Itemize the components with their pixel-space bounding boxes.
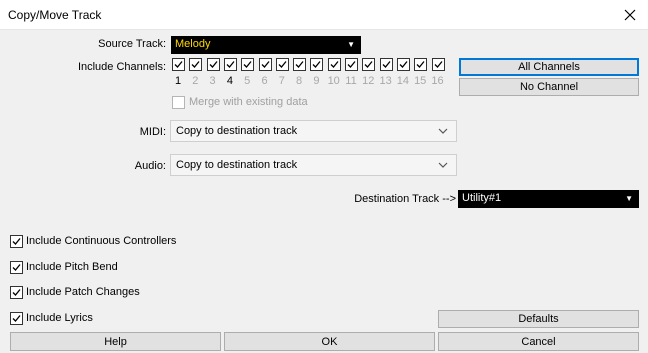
channel-checkbox[interactable] [431,58,445,71]
channel-number: 10 [327,75,340,87]
destination-track-value: Utility#1 [462,192,502,204]
window-title: Copy/Move Track [8,8,102,22]
channel-checkbox[interactable] [345,58,358,71]
channel-number: 2 [192,75,199,87]
channel-checkbox[interactable] [293,58,307,71]
dropdown-arrow-icon: ▼ [625,194,633,203]
dialog-body: Source Track: Melody ▼ Include Channels:… [0,30,648,353]
close-icon [624,9,636,21]
channel-checkbox[interactable] [241,58,255,71]
option-checkbox[interactable] [10,286,23,299]
option-checkbox[interactable] [10,261,23,274]
include-channels-label: Include Channels: [77,61,166,73]
midi-value: Copy to destination track [176,125,298,137]
channel-number: 6 [261,75,268,87]
chevron-down-icon [438,128,448,134]
no-channel-button[interactable]: No Channel [459,78,639,96]
channel-checkbox[interactable] [275,58,289,71]
channel-number: 7 [278,75,285,87]
source-track-label: Source Track: [98,38,166,50]
channel-checkbox[interactable] [414,58,428,71]
channel-number: 15 [414,75,427,87]
midi-select[interactable]: Copy to destination track [170,120,457,142]
channel-number: 12 [362,75,375,87]
channel-number: 14 [396,75,410,87]
channel-checkbox[interactable] [189,58,203,71]
channel-number: 8 [296,75,303,87]
channel-checkbox[interactable] [362,58,376,71]
audio-value: Copy to destination track [176,159,298,171]
option-checkbox[interactable] [10,235,23,248]
chevron-down-icon [438,162,448,168]
option-checkbox[interactable] [10,312,23,325]
channel-number: 11 [345,75,357,87]
title-bar: Copy/Move Track [0,0,648,30]
channel-checkbox[interactable] [396,58,410,71]
channel-checkbox[interactable] [310,58,324,71]
help-button[interactable]: Help [10,332,221,351]
channel-checkbox[interactable] [379,58,393,71]
channel-checkbox[interactable] [206,58,220,71]
source-track-value: Melody [175,38,211,50]
merge-checkbox[interactable] [172,96,185,109]
defaults-button[interactable]: Defaults [438,310,639,328]
option-label: Include Patch Changes [26,286,140,298]
channel-checkbox[interactable] [327,58,341,71]
channel-number: 9 [313,75,320,87]
dropdown-arrow-icon: ▼ [347,40,355,49]
ok-button[interactable]: OK [224,332,435,351]
channel-checkbox[interactable] [258,58,272,71]
channel-number: 5 [244,75,251,87]
midi-label: MIDI: [139,126,166,138]
channel-number: 4 [226,75,233,87]
audio-select[interactable]: Copy to destination track [170,154,457,176]
all-channels-button[interactable]: All Channels [459,58,639,76]
channel-number: 16 [431,75,444,87]
channel-number: 1 [174,75,182,87]
merge-label: Merge with existing data [189,96,308,108]
channel-checkbox[interactable] [172,58,185,71]
audio-label: Audio: [134,160,166,172]
destination-track-label: Destination Track --> [354,193,456,205]
source-track-select[interactable]: Melody ▼ [171,36,361,54]
close-button[interactable] [618,3,642,27]
option-label: Include Continuous Controllers [26,235,177,247]
option-label: Include Pitch Bend [26,261,118,273]
channel-checkbox[interactable] [223,58,237,71]
cancel-button[interactable]: Cancel [438,332,639,351]
channel-number: 13 [379,75,392,87]
destination-track-select[interactable]: Utility#1 ▼ [458,190,639,208]
option-label: Include Lyrics [26,312,93,324]
channel-number: 3 [209,75,216,87]
